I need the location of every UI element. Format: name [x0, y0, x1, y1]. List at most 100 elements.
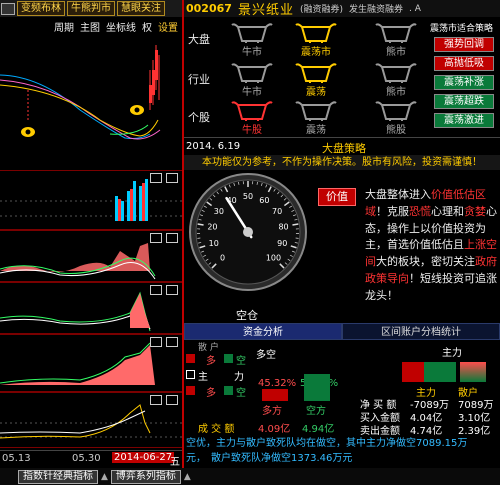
- kong-amount: 4.94亿: [302, 424, 335, 435]
- commentary-part-4: 心理和: [431, 204, 464, 218]
- position-gauge: 010203040 50 60708090100: [189, 173, 307, 291]
- legend-duo-swatch: [186, 354, 195, 363]
- duokong-label: 多空: [256, 350, 276, 361]
- toolbar-button-bullbear[interactable]: 牛熊判市: [67, 1, 115, 16]
- market-strategy-header: 2014. 6.19 大盘策略: [184, 137, 500, 155]
- panel3-edit-icon[interactable]: [150, 285, 162, 295]
- commentary-part-5: 贪婪: [464, 204, 486, 218]
- dropdown-arrow-icon-2[interactable]: ▲: [184, 472, 191, 482]
- state-label: 牛股: [242, 125, 262, 136]
- strategy-date: 2014. 6.19: [186, 141, 241, 152]
- indicator-panel-1: [0, 170, 182, 230]
- date-label-2: 05.30: [72, 453, 101, 464]
- margin-tag: (融资融券): [299, 5, 343, 15]
- fund-flow-ticker: 空优，主力与散户致死队均在做空，其中主力净做空7089.15万 元， 散户致死队…: [184, 436, 500, 468]
- fund-row-sanhu: 2.39亿: [458, 426, 491, 437]
- gauge-tick: [292, 223, 299, 226]
- zhuli-sell-bar: [424, 362, 456, 382]
- gauge-tick: [197, 223, 204, 226]
- kongfang-label: 空方: [306, 406, 326, 417]
- duofang-label: 多方: [262, 406, 282, 417]
- state-2-0: 牛股: [230, 99, 274, 136]
- panel4-edit-icon[interactable]: [150, 337, 162, 347]
- legend-duo2: 多: [206, 388, 216, 399]
- market-animal-icon: [231, 63, 273, 83]
- gauge-tick-label: 80: [278, 222, 288, 231]
- state-label: 震荡市: [301, 47, 331, 58]
- ticker-line-1: 空优，主力与散户致死队均在做空，其中主力净做空7089.15万: [186, 438, 468, 449]
- tab-fund-analysis[interactable]: 资金分析: [184, 323, 342, 340]
- date-label-1: 05.13: [2, 453, 31, 464]
- state-2-2: 熊股: [374, 99, 418, 136]
- indicator-panel-5: [0, 392, 182, 448]
- strategy-button-0[interactable]: 强势回调: [434, 37, 494, 52]
- current-date: 2014-06-27: [112, 452, 175, 463]
- state-1-2: 熊市: [374, 61, 418, 98]
- panel-zoom-icon[interactable]: [166, 173, 178, 183]
- legend-kong-swatch: [224, 354, 233, 363]
- indicator-panel-3: [0, 282, 182, 334]
- commentary-part-0: 大盘整体进入: [365, 188, 431, 201]
- fund-analysis-panel: 散 户 多 空 多空 主 力 多 空 45.32% 54.68% 多方 空方 成…: [184, 340, 500, 437]
- tab-account-stats[interactable]: 区间账户分档统计: [342, 323, 500, 340]
- state-1-0: 牛市: [230, 61, 274, 98]
- fund-row-zhuli: 4.74亿: [410, 426, 443, 437]
- strategy-title: 大盘策略: [322, 142, 366, 155]
- analysis-tabs: 资金分析 区间账户分档统计: [184, 323, 500, 340]
- gauge-tick-label: 20: [207, 222, 217, 231]
- panel3-close-icon[interactable]: [166, 285, 178, 295]
- state-label: 震荡: [306, 87, 326, 98]
- strategy-button-3[interactable]: 震荡超跌: [434, 94, 494, 109]
- state-label: 熊股: [386, 125, 406, 136]
- dropdown-arrow-icon[interactable]: ▲: [101, 472, 108, 482]
- panel-settings-icon[interactable]: [150, 173, 162, 183]
- state-0-0: 牛市: [230, 21, 274, 58]
- gauge-tick-label: 30: [214, 207, 224, 216]
- strategy-panel-title: 震荡市适合策略: [430, 24, 494, 34]
- duo-amount: 4.09亿: [258, 424, 291, 435]
- row-label-0: 大盘: [188, 33, 210, 46]
- row-label-1: 行业: [188, 73, 210, 86]
- market-animal-icon: [375, 101, 417, 121]
- panel2-edit-icon[interactable]: [150, 233, 162, 243]
- header-trail: . A: [409, 3, 421, 14]
- panel5-close-icon[interactable]: [166, 395, 178, 405]
- legend-kong2: 空: [236, 388, 246, 399]
- strategy-button-2[interactable]: 震荡补涨: [434, 75, 494, 90]
- gauge-tick-label: 70: [272, 207, 282, 216]
- date-axis: 05.13 05.30 2014-06-27 五: [0, 450, 182, 468]
- commentary-part-8: 大的板块，密切关注: [376, 255, 475, 269]
- panel5-edit-icon[interactable]: [150, 395, 162, 405]
- row-label-2: 个股: [188, 111, 210, 124]
- force-label: 力: [234, 372, 244, 383]
- disclaimer: 本功能仅为参考，不作为操作决策。股市有风险，投资需谨慎！: [184, 155, 500, 170]
- panel2-close-icon[interactable]: [166, 233, 178, 243]
- sanhu-bar: [460, 362, 486, 382]
- bottom-button-classic[interactable]: 指数针经典指标: [18, 469, 98, 484]
- main-label: 主: [198, 372, 208, 383]
- gauge-caption: 空仓: [236, 309, 258, 322]
- panel4-close-icon[interactable]: [166, 337, 178, 347]
- market-animal-icon: [375, 63, 417, 83]
- toolbar-button-bollinger[interactable]: 变频布林: [17, 1, 65, 16]
- market-animal-icon: [231, 23, 273, 43]
- weekday-label: 五: [170, 457, 180, 468]
- strategy-button-1[interactable]: 高抛低吸: [434, 56, 494, 71]
- strategy-panel: 震荡市适合策略 强势回调高抛低吸震荡补涨震荡超跌震荡激进: [428, 17, 500, 137]
- value-button[interactable]: 价值: [318, 188, 356, 206]
- state-label: 熊市: [386, 87, 406, 98]
- bottom-button-game[interactable]: 博弈系列指标: [110, 469, 181, 484]
- gauge-tick-label: 10: [209, 239, 219, 248]
- legend-duo: 多: [206, 356, 216, 367]
- legend-kong: 空: [236, 356, 246, 367]
- price-chart[interactable]: [0, 30, 182, 170]
- menu-icon[interactable]: [1, 2, 15, 15]
- strategy-button-4[interactable]: 震荡激进: [434, 113, 494, 128]
- main-force-checkbox[interactable]: [186, 370, 195, 379]
- ticker-line-2: 元， 散户致死队净做空1373.46万元: [186, 453, 353, 464]
- market-animal-icon: [295, 63, 337, 83]
- turnover-label: 成 交 额: [198, 424, 235, 435]
- commentary-part-3: 恐慌: [409, 204, 431, 218]
- indicator-toolbar: 变频布林 牛熊判市 慧眼关注: [0, 0, 182, 17]
- toolbar-button-watch[interactable]: 慧眼关注: [117, 1, 165, 16]
